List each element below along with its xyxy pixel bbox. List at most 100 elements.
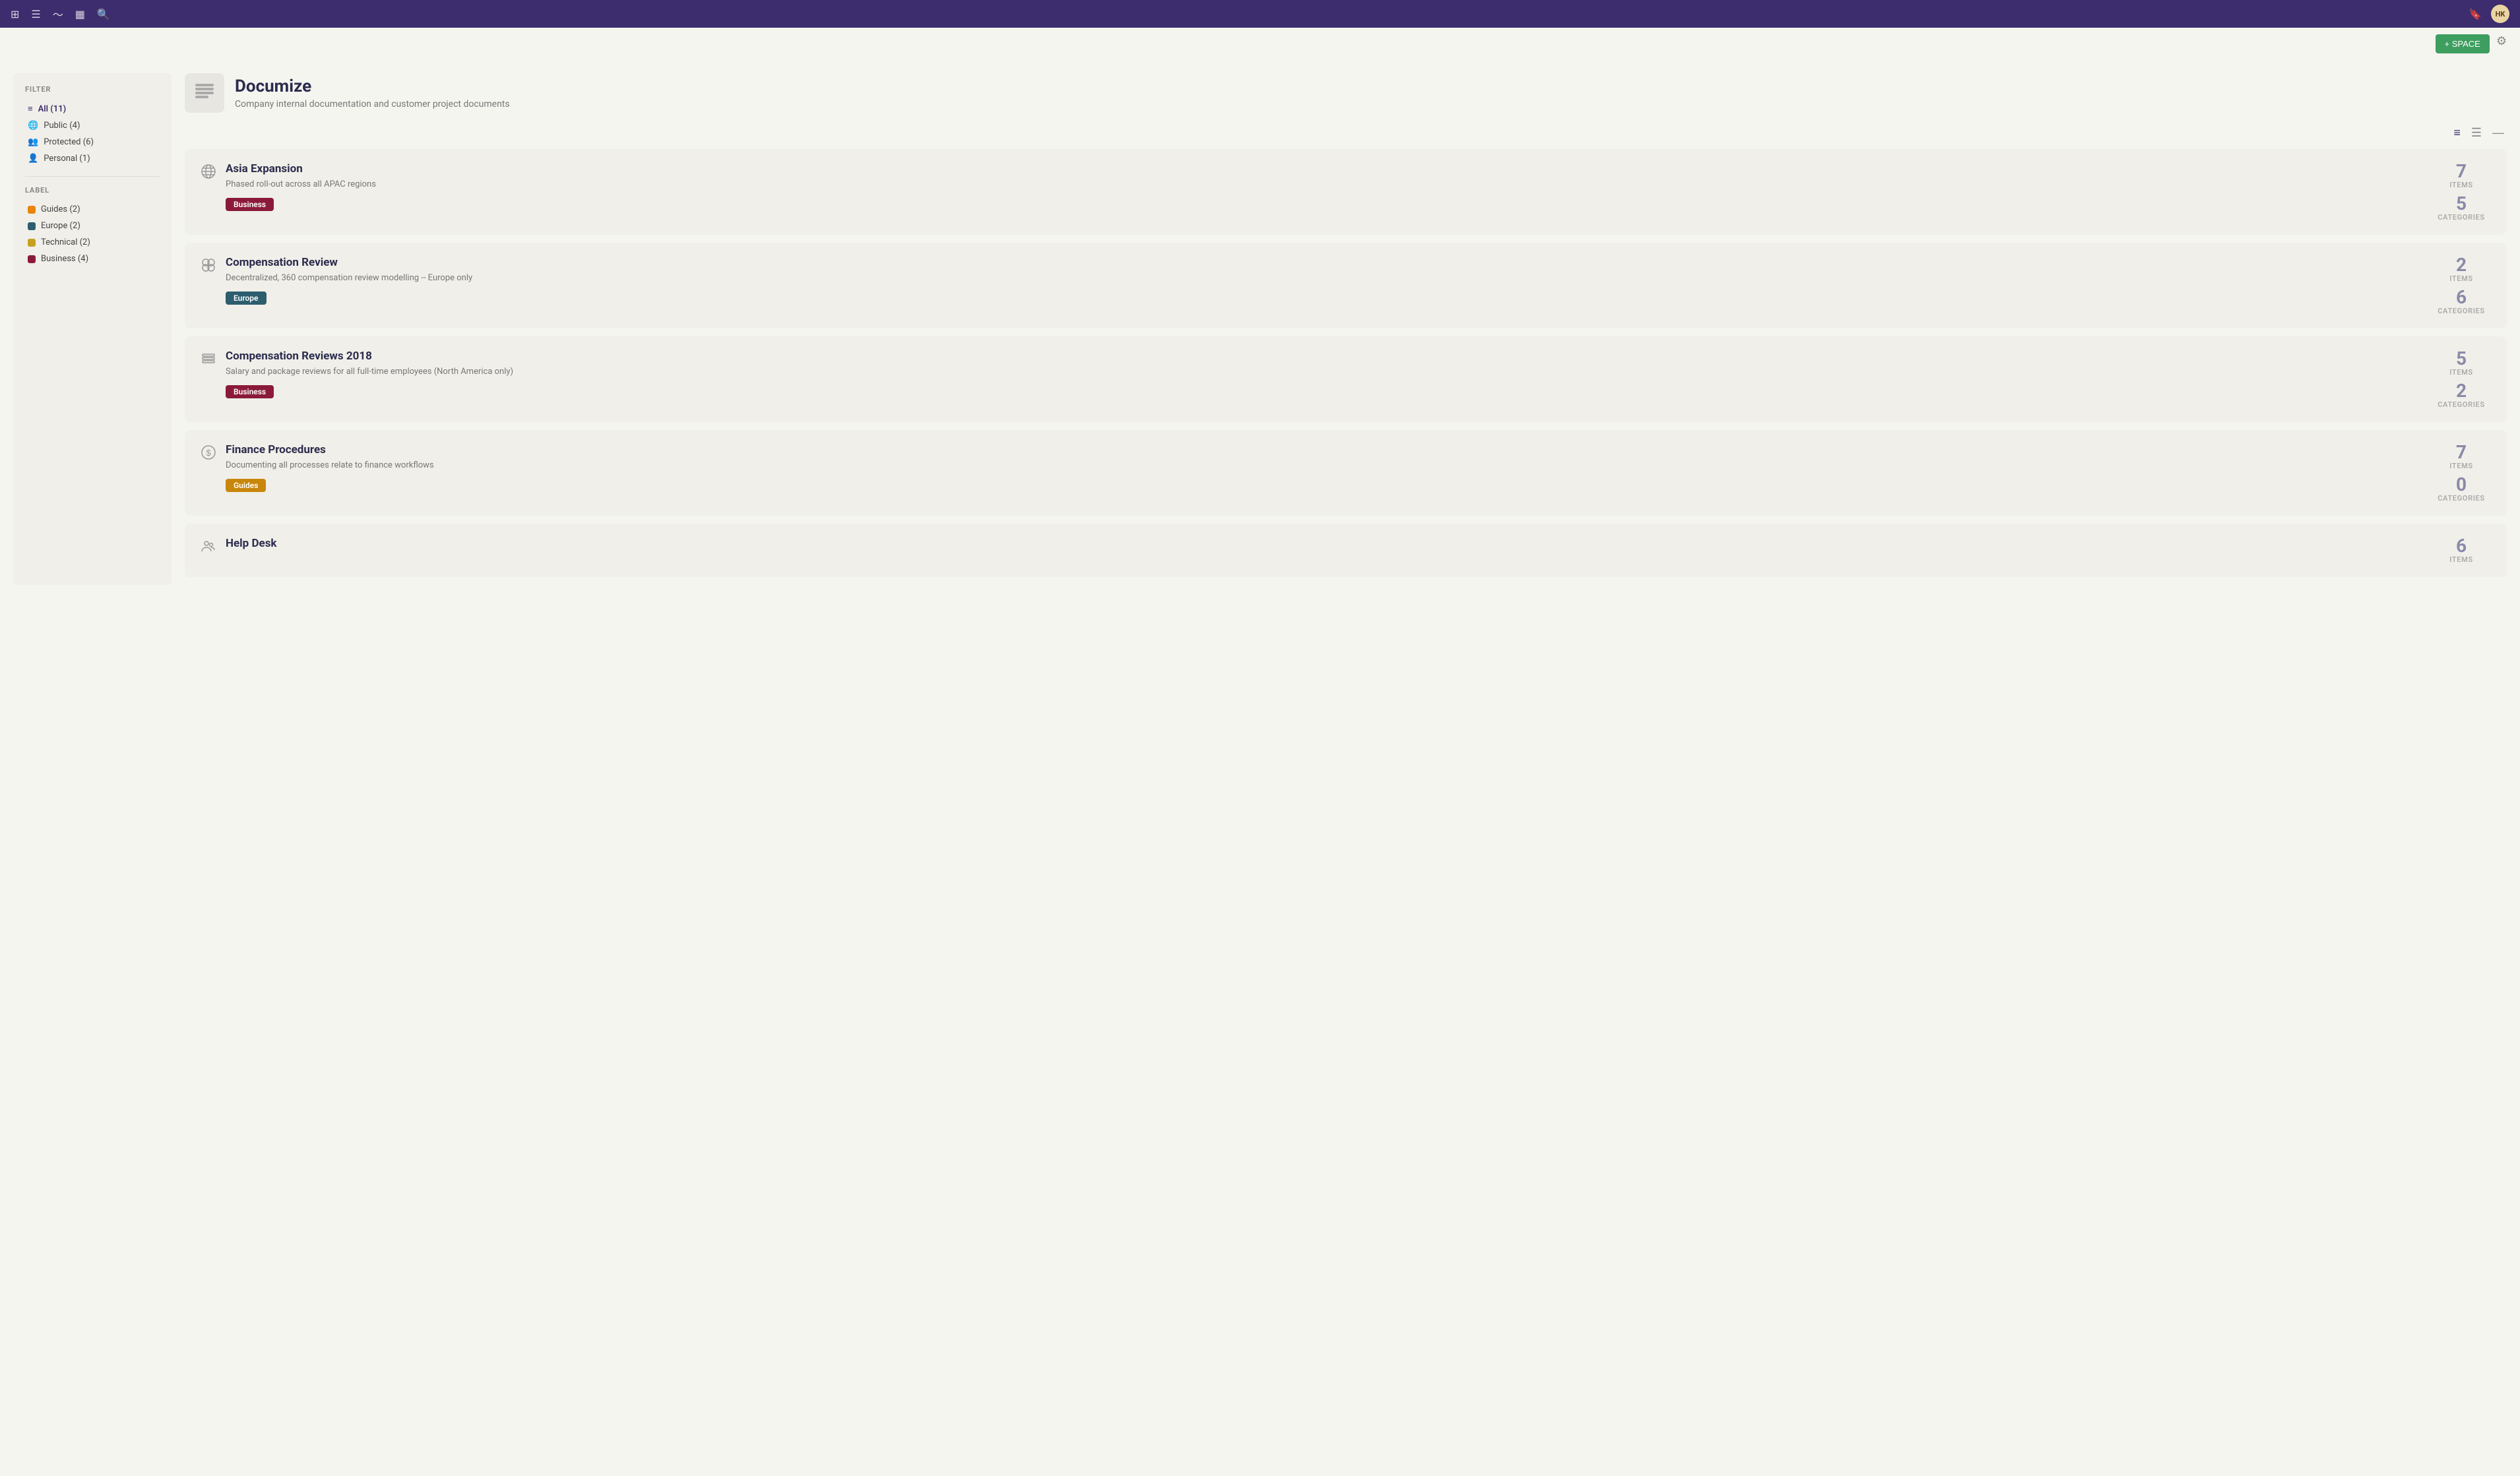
label-section-title: LABEL [25,186,160,195]
chart-icon[interactable]: ▦ [75,8,85,20]
categories-label: CATEGORIES [2438,307,2485,315]
view-controls: ≡ ☰ — [185,125,2507,141]
items-count: 7 [2449,162,2473,181]
items-label: ITEMS [2449,181,2473,189]
search-icon[interactable]: 🔍 [97,8,110,20]
card-people-icon [201,538,216,558]
categories-label: CATEGORIES [2438,213,2485,222]
card-left: $ Finance Procedures Documenting all pro… [201,443,2432,492]
list-icon[interactable]: ☰ [31,8,40,20]
card-desc: Salary and package reviews for all full-… [226,367,2432,377]
items-count: 6 [2449,537,2473,555]
categories-count: 6 [2438,288,2485,307]
svg-text:$: $ [206,448,211,458]
card-title[interactable]: Compensation Reviews 2018 [226,350,2432,363]
card-title[interactable]: Asia Expansion [226,162,2432,175]
people-icon: 👥 [28,137,38,147]
guides-dot [28,206,36,214]
card-left: Compensation Review Decentralized, 360 c… [201,256,2432,305]
card-title[interactable]: Help Desk [226,537,2432,550]
card-left: Compensation Reviews 2018 Salary and pac… [201,350,2432,398]
sidebar-divider [25,176,160,177]
grid-icon[interactable]: ⊞ [11,8,19,20]
card-left: Help Desk [201,537,2432,558]
card-stats: 5 ITEMS 2 CATEGORIES [2432,350,2491,409]
filter-all-icon: ≡ [28,104,33,114]
nav-left: ⊞ ☰ 〜 ▦ 🔍 [11,6,110,22]
sidebar: FILTER ≡ All (11) 🌐 Public (4) 👥 Protect… [13,73,172,585]
globe-icon: 🌐 [28,121,38,131]
stat-items: 7 ITEMS [2449,443,2473,470]
label-technical-text: Technical (2) [41,237,90,247]
stat-categories: 6 CATEGORIES [2438,288,2485,315]
stat-categories: 2 CATEGORIES [2438,382,2485,409]
categories-count: 2 [2438,382,2485,400]
card-title[interactable]: Compensation Review [226,256,2432,269]
card-stats: 7 ITEMS 0 CATEGORIES [2432,443,2491,503]
space-description: Company internal documentation and custo… [235,99,510,109]
filter-personal[interactable]: 👤 Personal (1) [25,150,160,167]
card-finance-procedures: $ Finance Procedures Documenting all pro… [185,430,2507,516]
label-europe[interactable]: Europe (2) [25,218,160,234]
card-title[interactable]: Finance Procedures [226,443,2432,456]
card-circles-icon [201,257,216,277]
items-count: 7 [2449,443,2473,462]
filter-all-label: All (11) [38,104,67,114]
top-navigation: ⊞ ☰ 〜 ▦ 🔍 🔖 HK [0,0,2520,28]
card-tag[interactable]: Guides [226,479,266,492]
items-label: ITEMS [2449,368,2473,377]
filter-public-label: Public (4) [44,121,80,131]
categories-count: 5 [2438,195,2485,213]
bookmark-icon[interactable]: 🔖 [2469,8,2482,20]
card-desc: Documenting all processes relate to fina… [226,460,2432,470]
filter-all[interactable]: ≡ All (11) [25,100,160,117]
content-area: Documize Company internal documentation … [185,73,2507,585]
label-business[interactable]: Business (4) [25,251,160,267]
filter-section-title: FILTER [25,85,160,94]
nav-right: 🔖 HK [2469,5,2509,23]
filter-protected[interactable]: 👥 Protected (6) [25,134,160,150]
label-technical[interactable]: Technical (2) [25,234,160,251]
card-tag[interactable]: Business [226,385,274,398]
items-count: 2 [2449,256,2473,274]
items-label: ITEMS [2449,274,2473,283]
filter-public[interactable]: 🌐 Public (4) [25,117,160,134]
space-title: Documize [235,77,510,96]
stat-categories: 0 CATEGORIES [2438,476,2485,503]
toolbar: + SPACE ⚙ [0,28,2520,60]
filter-protected-label: Protected (6) [44,137,94,147]
card-body: Compensation Review Decentralized, 360 c… [226,256,2432,305]
person-icon: 👤 [28,154,38,164]
card-body: Compensation Reviews 2018 Salary and pac… [226,350,2432,398]
label-business-text: Business (4) [41,254,88,264]
view-dense-button[interactable]: ≡ [2451,125,2463,141]
card-globe-icon [201,164,216,183]
card-tag[interactable]: Business [226,198,274,211]
stat-items: 5 ITEMS [2449,350,2473,377]
categories-count: 0 [2438,476,2485,494]
stat-items: 6 ITEMS [2449,537,2473,564]
items-label: ITEMS [2449,555,2473,564]
stat-items: 7 ITEMS [2449,162,2473,189]
view-compact-button[interactable]: — [2490,125,2507,141]
card-stats: 6 ITEMS [2432,537,2491,564]
card-asia-expansion: Asia Expansion Phased roll-out across al… [185,149,2507,235]
card-tag[interactable]: Europe [226,292,267,305]
filter-personal-label: Personal (1) [44,154,90,164]
categories-label: CATEGORIES [2438,494,2485,503]
card-stats: 2 ITEMS 6 CATEGORIES [2432,256,2491,315]
card-compensation-reviews-2018: Compensation Reviews 2018 Salary and pac… [185,336,2507,422]
add-space-button[interactable]: + SPACE [2436,34,2490,53]
label-guides-text: Guides (2) [41,204,80,214]
categories-label: CATEGORIES [2438,400,2485,409]
items-count: 5 [2449,350,2473,368]
card-desc: Phased roll-out across all APAC regions [226,179,2432,189]
avatar[interactable]: HK [2491,5,2509,23]
space-info: Documize Company internal documentation … [235,77,510,109]
settings-icon[interactable]: ⚙ [2496,34,2507,53]
card-body: Finance Procedures Documenting all proce… [226,443,2432,492]
view-list-button[interactable]: ☰ [2469,125,2484,141]
label-guides[interactable]: Guides (2) [25,201,160,218]
card-stack-icon [201,351,216,371]
activity-icon[interactable]: 〜 [53,6,63,22]
